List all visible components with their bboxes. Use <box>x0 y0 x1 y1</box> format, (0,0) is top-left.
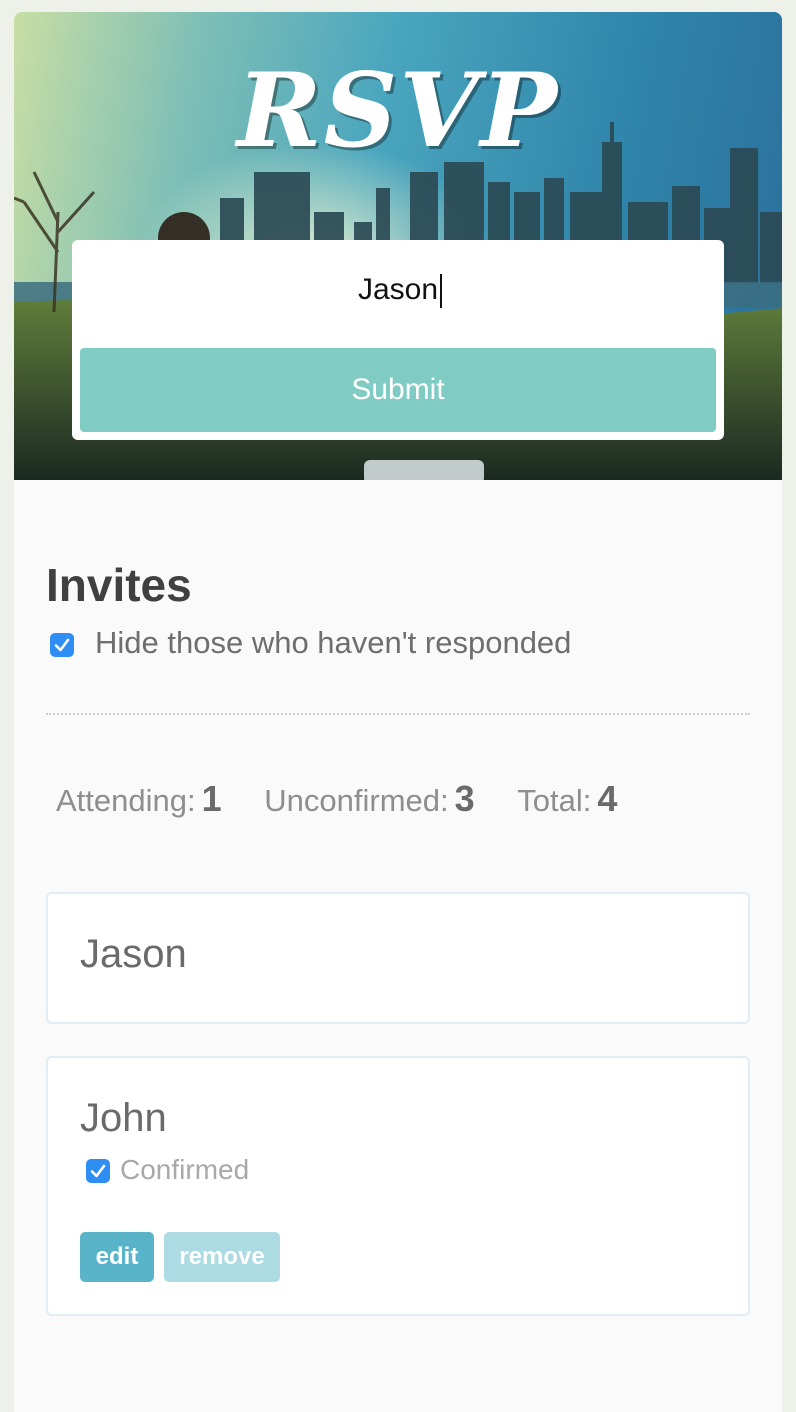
edit-button[interactable]: edit <box>80 1232 154 1282</box>
total-label: Total: <box>517 783 592 818</box>
attending-count: 1 <box>201 778 222 819</box>
rsvp-form: Submit <box>72 240 724 440</box>
unconfirmed-stat: Unconfirmed: 3 <box>264 778 474 820</box>
invites-heading: Invites <box>46 559 192 611</box>
header-banner: RSVP Submit <box>14 12 782 480</box>
total-stat: Total: 4 <box>517 778 617 820</box>
confirmed-checkbox[interactable] <box>86 1159 110 1183</box>
hide-unresponded-label: Hide those who haven't responded <box>95 625 572 660</box>
guest-name: Jason <box>80 932 187 976</box>
attending-stat: Attending: 1 <box>56 778 222 820</box>
divider <box>46 713 750 715</box>
guest-name: John <box>80 1096 167 1140</box>
rsvp-logo: RSVP <box>236 51 560 171</box>
checkmark-icon <box>54 638 70 652</box>
attending-label: Attending: <box>56 783 196 818</box>
confirmed-label: Confirmed <box>120 1154 250 1185</box>
guest-card: John Confirmed edit remove <box>46 1056 750 1316</box>
unconfirmed-count: 3 <box>454 778 475 819</box>
hide-unresponded-checkbox[interactable] <box>50 633 74 657</box>
remove-button[interactable]: remove <box>164 1232 280 1282</box>
app-container: RSVP Submit Invites Hide those who haven… <box>14 12 782 1412</box>
submit-button[interactable]: Submit <box>80 348 716 432</box>
text-caret <box>440 274 442 308</box>
total-count: 4 <box>597 778 618 819</box>
checkmark-icon <box>90 1164 106 1178</box>
name-input[interactable] <box>80 250 716 330</box>
guest-card: Jason <box>46 892 750 1024</box>
rsvp-counter: Attending: 1 Unconfirmed: 3 Total: 4 <box>56 778 651 820</box>
unconfirmed-label: Unconfirmed: <box>264 783 449 818</box>
